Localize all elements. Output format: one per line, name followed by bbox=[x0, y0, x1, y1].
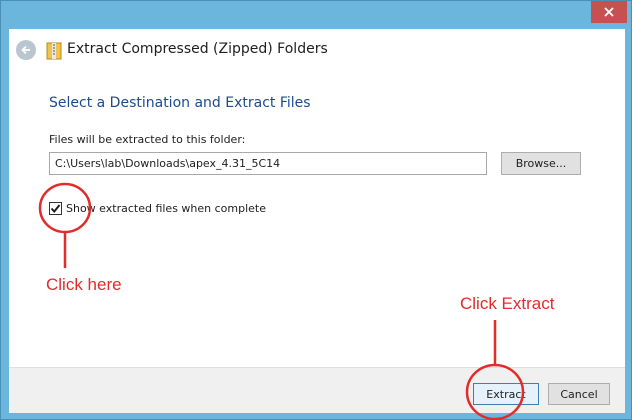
show-files-option[interactable]: Show extracted files when complete bbox=[49, 199, 266, 217]
back-button[interactable] bbox=[16, 40, 36, 60]
section-title: Select a Destination and Extract Files bbox=[49, 95, 311, 111]
dialog-content: Select a Destination and Extract Files F… bbox=[9, 71, 625, 367]
destination-label: Files will be extracted to this folder: bbox=[49, 133, 246, 146]
close-button[interactable] bbox=[591, 1, 627, 23]
click-extract-annotation: Click Extract bbox=[460, 294, 555, 313]
title-bar[interactable] bbox=[1, 1, 632, 29]
destination-path-input[interactable] bbox=[49, 152, 487, 175]
browse-button[interactable]: Browse... bbox=[501, 152, 581, 175]
show-files-label: Show extracted files when complete bbox=[66, 201, 267, 215]
cancel-button[interactable]: Cancel bbox=[548, 383, 610, 405]
dialog-title: Extract Compressed (Zipped) Folders bbox=[67, 41, 328, 57]
back-arrow-icon bbox=[21, 45, 30, 55]
extract-dialog-window: Extract Compressed (Zipped) Folders Sele… bbox=[0, 0, 632, 420]
dialog-header: Extract Compressed (Zipped) Folders bbox=[9, 29, 625, 71]
show-files-checkbox[interactable] bbox=[49, 201, 62, 215]
dialog-footer: Extract Cancel bbox=[9, 367, 625, 413]
checkmark-icon bbox=[50, 203, 61, 213]
close-icon bbox=[604, 7, 614, 17]
zip-folder-icon bbox=[46, 42, 62, 60]
extract-button[interactable]: Extract bbox=[473, 383, 539, 405]
click-here-annotation: Click here bbox=[46, 275, 122, 294]
